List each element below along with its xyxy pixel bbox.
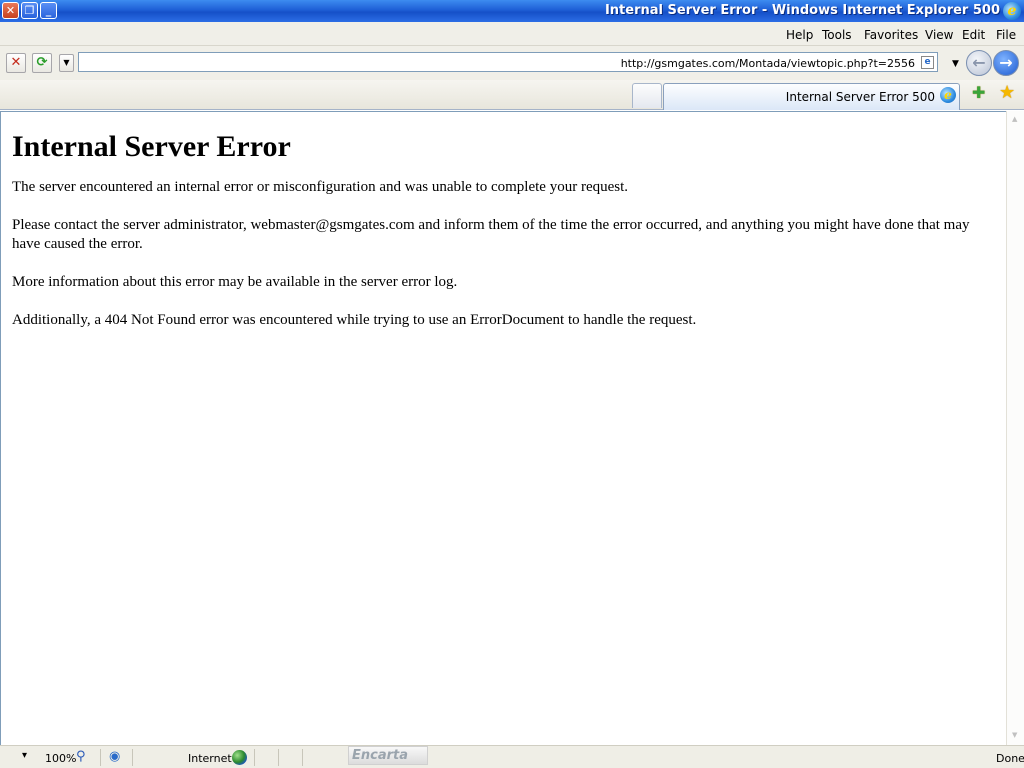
scroll-up-arrow[interactable]: ▲ [1012, 115, 1017, 123]
vertical-scrollbar[interactable]: ▲ ▼ [1006, 111, 1024, 745]
address-dropdown-arrow[interactable]: ▼ [952, 59, 959, 69]
refresh-button[interactable]: ⟳ [32, 53, 52, 73]
forward-button[interactable]: → [993, 50, 1019, 76]
page-heading: Internal Server Error [12, 130, 291, 163]
window-title: Internal Server Error - Windows Internet… [604, 3, 1000, 18]
error-paragraph-1: The server encountered an internal error… [12, 179, 629, 195]
menu-file[interactable]: File [996, 28, 1016, 42]
error-paragraph-3: More information about this error may be… [12, 274, 458, 290]
page-icon: e [921, 56, 934, 69]
status-text: Done [996, 752, 1024, 765]
menu-tools[interactable]: Tools [822, 28, 852, 42]
tab-ie-icon: e [940, 87, 956, 103]
stop-button[interactable]: ✕ [6, 53, 26, 73]
protected-mode-icon: ◉ [109, 749, 121, 764]
window-controls: ✕ ❐ _ [2, 2, 57, 19]
menu-favorites[interactable]: Favorites [864, 28, 918, 42]
address-history-dropdown[interactable]: ▼ [59, 54, 74, 72]
ie-logo-icon: e [1003, 2, 1021, 20]
restore-window-button[interactable]: ❐ [21, 2, 38, 19]
error-paragraph-2: Please contact the server administrator,… [12, 217, 970, 252]
favorites-star-icon[interactable]: ★ [999, 82, 1015, 103]
title-bar: Internal Server Error - Windows Internet… [0, 0, 1024, 22]
scroll-down-arrow[interactable]: ▼ [1012, 731, 1017, 739]
security-zone: Internet [188, 752, 232, 765]
back-button[interactable]: ← [966, 50, 992, 76]
encarta-label: Encarta [352, 748, 409, 763]
new-tab-button[interactable] [632, 83, 662, 108]
tab-internal-server-error[interactable]: Internal Server Error 500 e [663, 83, 960, 110]
menu-edit[interactable]: Edit [962, 28, 985, 42]
menu-view[interactable]: View [925, 28, 953, 42]
error-paragraph-4: Additionally, a 404 Not Found error was … [12, 312, 697, 328]
encarta-toolbar[interactable]: Encarta [348, 746, 428, 765]
zoom-level[interactable]: 100% [45, 752, 76, 765]
tab-label: Internal Server Error 500 [785, 90, 935, 104]
add-favorite-icon[interactable]: ✚ [972, 83, 985, 102]
menu-help[interactable]: Help [786, 28, 813, 42]
zoom-icon[interactable]: ⚲ [76, 749, 86, 764]
close-window-button[interactable]: ✕ [2, 2, 19, 19]
page-content: Internal Server Error The server encount… [0, 111, 1006, 745]
status-bar: ▾ 100% ⚲ ◉ Internet Done [0, 745, 1024, 768]
address-input[interactable] [78, 52, 938, 72]
minimize-window-button[interactable]: _ [40, 2, 57, 19]
menu-bar: Help Tools Favorites View Edit File [0, 22, 1024, 46]
internet-zone-globe-icon [232, 750, 247, 765]
zoom-dropdown-icon[interactable]: ▾ [22, 750, 27, 761]
